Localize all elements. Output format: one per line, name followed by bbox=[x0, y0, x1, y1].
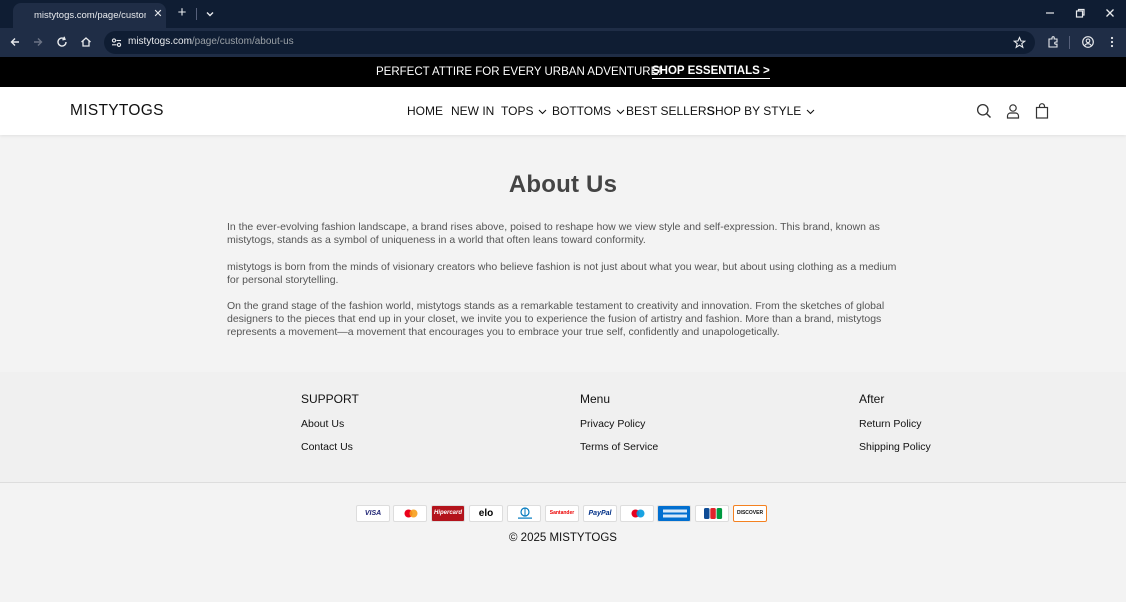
about-paragraph-3: On the grand stage of the fashion world,… bbox=[227, 300, 885, 339]
shop-essentials-link[interactable]: SHOP ESSENTIALS > bbox=[652, 65, 770, 79]
jcb-icon bbox=[695, 505, 729, 522]
mastercard-icon bbox=[393, 505, 427, 522]
close-tab-icon[interactable]: ✕ bbox=[151, 7, 165, 21]
page-title: About Us bbox=[508, 171, 618, 198]
nav-best-sellers[interactable]: BEST SELLERS bbox=[626, 104, 715, 118]
browser-tab-strip: mistytogs.com/page/custom/about-us ✕ + bbox=[0, 0, 1126, 28]
footer-divider bbox=[0, 482, 1126, 483]
profile-avatar-icon[interactable] bbox=[1081, 35, 1095, 49]
copyright-text: © 2025 MISTYTOGS bbox=[509, 532, 617, 544]
account-icon[interactable] bbox=[1005, 103, 1021, 119]
site-info-icon[interactable] bbox=[110, 36, 123, 49]
close-window-icon[interactable] bbox=[1103, 6, 1117, 20]
nav-shop-by-style-label: SHOP BY STYLE bbox=[707, 104, 802, 118]
about-paragraph-2: mistytogs is born from the minds of visi… bbox=[227, 261, 897, 287]
discover-icon: DISCOVER bbox=[733, 505, 767, 522]
url-text: mistytogs.com/page/custom/about-us bbox=[128, 36, 294, 47]
new-tab-icon[interactable]: + bbox=[175, 5, 189, 20]
restore-icon[interactable] bbox=[1073, 6, 1087, 20]
shopping-bag-icon[interactable] bbox=[1034, 103, 1050, 119]
reload-icon[interactable] bbox=[55, 35, 69, 49]
footer-heading-after: After bbox=[859, 392, 885, 406]
footer-link-return-policy[interactable]: Return Policy bbox=[859, 418, 921, 430]
paypal-icon: PayPal bbox=[583, 505, 617, 522]
footer-links-area bbox=[0, 372, 1126, 483]
forward-arrow-icon[interactable] bbox=[31, 35, 45, 49]
announcement-text: PERFECT ATTIRE FOR EVERY URBAN ADVENTURE… bbox=[376, 66, 662, 78]
tab-title: mistytogs.com/page/custom/about-us bbox=[34, 10, 146, 21]
back-arrow-icon[interactable] bbox=[8, 35, 22, 49]
footer-link-privacy-policy[interactable]: Privacy Policy bbox=[580, 418, 645, 430]
diners-club-icon bbox=[507, 505, 541, 522]
nav-tops[interactable]: TOPS bbox=[501, 104, 547, 118]
footer-heading-support: SUPPORT bbox=[301, 392, 359, 406]
chevron-down-icon bbox=[616, 109, 625, 115]
elo-icon: elo bbox=[469, 505, 503, 522]
browser-tab[interactable]: mistytogs.com/page/custom/about-us ✕ bbox=[13, 3, 166, 28]
santander-icon: Santander bbox=[545, 505, 579, 522]
hipercard-icon: Hipercard bbox=[431, 505, 465, 522]
extensions-puzzle-icon[interactable] bbox=[1046, 35, 1060, 49]
about-paragraph-1: In the ever-evolving fashion landscape, … bbox=[227, 221, 880, 247]
amex-icon bbox=[657, 505, 691, 522]
chevron-down-icon bbox=[806, 109, 815, 115]
nav-new-in[interactable]: NEW IN bbox=[451, 104, 494, 118]
search-icon[interactable] bbox=[976, 103, 992, 119]
footer-link-about-us[interactable]: About Us bbox=[301, 418, 344, 430]
browser-toolbar: mistytogs.com/page/custom/about-us bbox=[0, 28, 1126, 57]
footer-heading-menu: Menu bbox=[580, 392, 611, 406]
nav-bottoms-label: BOTTOMS bbox=[552, 104, 612, 118]
browser-menu-icon[interactable] bbox=[1105, 35, 1119, 49]
minimize-icon[interactable] bbox=[1043, 6, 1057, 20]
nav-bottoms[interactable]: BOTTOMS bbox=[552, 104, 625, 118]
maestro-icon bbox=[620, 505, 654, 522]
announcement-bar: PERFECT ATTIRE FOR EVERY URBAN ADVENTURE… bbox=[0, 57, 1126, 87]
footer-link-shipping-policy[interactable]: Shipping Policy bbox=[859, 441, 931, 453]
tab-search-chevron-icon[interactable] bbox=[204, 8, 216, 20]
footer-link-contact-us[interactable]: Contact Us bbox=[301, 441, 353, 453]
footer-link-terms-of-service[interactable]: Terms of Service bbox=[580, 441, 658, 453]
chevron-down-icon bbox=[539, 109, 547, 115]
bookmark-star-icon[interactable] bbox=[1013, 36, 1026, 49]
nav-home[interactable]: HOME bbox=[407, 104, 443, 118]
site-header: MISTYTOGS HOME NEW IN TOPS BOTTOMS BEST … bbox=[0, 87, 1126, 135]
home-icon[interactable] bbox=[79, 35, 93, 49]
visa-icon: VISA bbox=[356, 505, 390, 522]
url-domain: mistytogs.com bbox=[128, 36, 192, 47]
nav-tops-label: TOPS bbox=[501, 104, 534, 118]
address-bar[interactable]: mistytogs.com/page/custom/about-us bbox=[104, 31, 1035, 54]
site-logo[interactable]: MISTYTOGS bbox=[70, 102, 164, 120]
toolbar-divider bbox=[1069, 36, 1070, 49]
tab-divider bbox=[196, 8, 197, 20]
nav-shop-by-style[interactable]: SHOP BY STYLE bbox=[707, 104, 815, 118]
url-path: /page/custom/about-us bbox=[191, 36, 294, 47]
